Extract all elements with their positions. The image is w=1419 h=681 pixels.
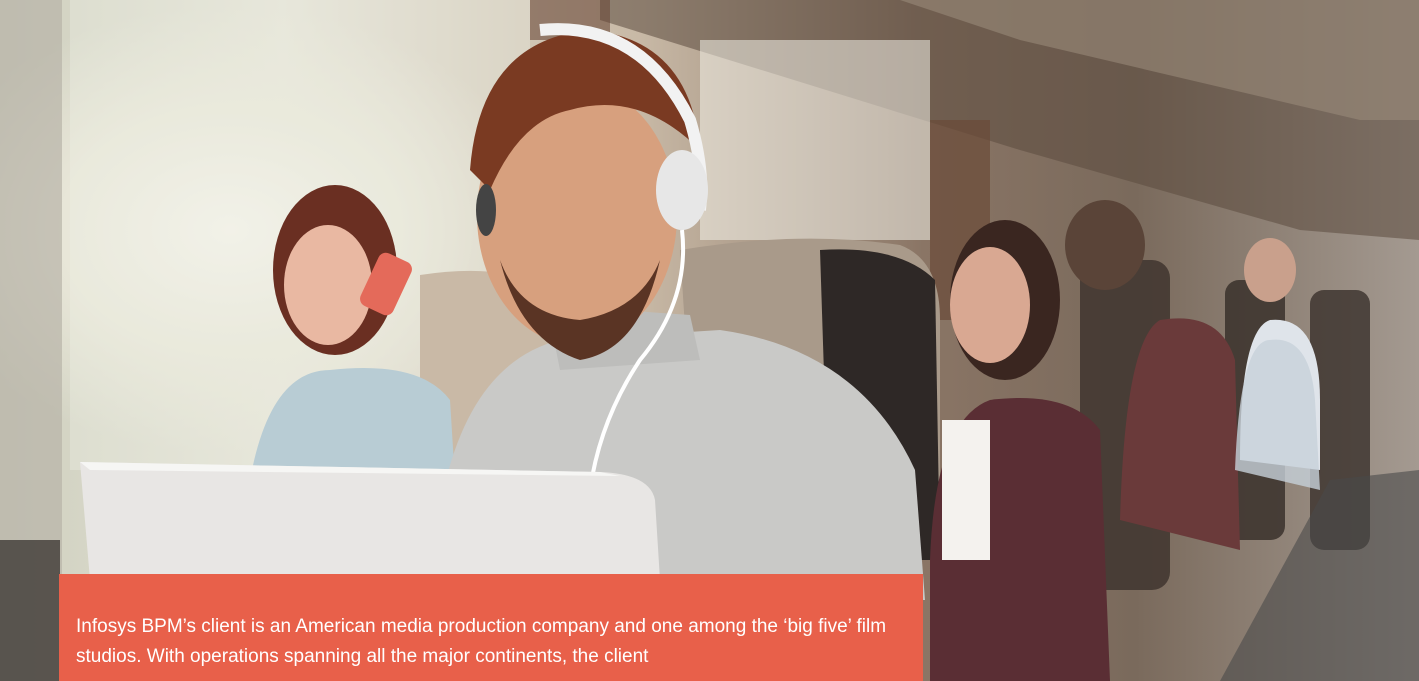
caption-box: Infosys BPM’s client is an American medi… bbox=[59, 574, 923, 681]
caption-text: Infosys BPM’s client is an American medi… bbox=[76, 616, 887, 667]
hero-image: Infosys BPM’s client is an American medi… bbox=[0, 0, 1419, 681]
